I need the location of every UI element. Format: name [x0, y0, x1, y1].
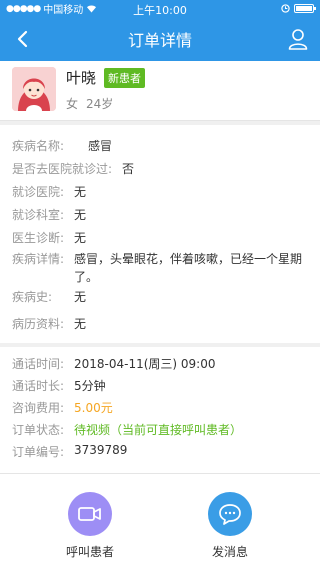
order-label: 咨询费用:: [12, 401, 65, 415]
info-value: 否: [122, 162, 135, 176]
order-label: 订单状态:: [12, 423, 65, 437]
order-row-call-time: 通话时间: 2018-04-11(周三) 09:00: [12, 355, 216, 372]
info-label: 就诊科室:: [12, 208, 65, 222]
order-row-fee: 咨询费用: 5.00元: [12, 399, 113, 416]
order-label: 订单编号:: [12, 445, 65, 459]
order-label: 通话时长:: [12, 379, 65, 393]
send-message-button[interactable]: 发消息: [190, 492, 270, 560]
back-arrow-icon: [17, 30, 28, 48]
info-label: 疾病名称:: [12, 139, 65, 153]
order-value: 3739789: [74, 443, 128, 457]
disease-info-card: 疾病名称: 感冒 是否去医院就诊过: 否 就诊医院: 无 就诊科室: 无 医生诊…: [0, 125, 320, 343]
order-value: 待视频（当前可直接呼叫患者）: [74, 423, 243, 437]
avatar: [12, 67, 56, 111]
info-label: 疾病详情:: [12, 252, 65, 266]
chat-bubble-icon: [219, 504, 241, 525]
order-row-duration: 通话时长: 5分钟: [12, 377, 106, 394]
info-value: 无: [74, 231, 87, 245]
new-patient-badge: 新患者: [104, 68, 145, 88]
call-patient-circle[interactable]: [68, 492, 112, 536]
status-time: 上午10:00: [133, 4, 187, 17]
info-row-hospital: 就诊医院: 无: [12, 183, 86, 200]
patient-gender: 女: [66, 97, 79, 111]
info-label: 是否去医院就诊过:: [12, 162, 113, 176]
info-label: 就诊医院:: [12, 185, 65, 199]
order-row-number: 订单编号: 3739789: [12, 443, 127, 460]
info-value: 无: [74, 317, 87, 331]
info-label: 医生诊断:: [12, 231, 65, 245]
bottom-action-bar: 呼叫患者 发消息: [0, 473, 320, 567]
send-message-label[interactable]: 发消息: [212, 543, 248, 560]
order-value: 2018-04-11(周三) 09:00: [74, 357, 216, 371]
battery-icon: [294, 4, 316, 13]
avatar-girl-icon: [12, 67, 56, 111]
info-value: 感冒: [88, 139, 113, 153]
info-row-diagnosis: 医生诊断: 无: [12, 229, 86, 246]
info-value: 感冒，头晕眼花，伴着咳嗽，已经一个星期了。: [74, 252, 303, 284]
back-button[interactable]: [10, 27, 34, 51]
video-camera-icon: [78, 507, 101, 521]
patient-name: 叶晓: [66, 69, 97, 87]
info-label: 疾病史:: [12, 290, 53, 304]
page-title: 订单详情: [127, 31, 192, 50]
info-row-records: 病历资料: 无: [12, 315, 86, 332]
order-value: 5.00元: [74, 401, 113, 415]
send-message-circle[interactable]: [208, 492, 252, 536]
info-row-history: 疾病史: 无: [12, 288, 86, 305]
info-row-visited: 是否去医院就诊过: 否: [12, 160, 134, 177]
profile-button[interactable]: [286, 26, 310, 52]
nav-bar: 订单详情: [0, 17, 320, 61]
info-row-detail: 疾病详情: 感冒，头晕眼花，伴着咳嗽，已经一个星期了。: [12, 250, 304, 286]
call-patient-label[interactable]: 呼叫患者: [66, 543, 114, 560]
status-bar: ●●●●● 中国移动 上午10:00: [0, 0, 320, 17]
patient-meta: 女 24岁: [66, 95, 113, 112]
call-patient-button[interactable]: 呼叫患者: [50, 492, 130, 560]
order-label: 通话时间:: [12, 357, 65, 371]
patient-age: 24岁: [86, 97, 114, 111]
info-row-department: 就诊科室: 无: [12, 206, 86, 223]
patient-card: 叶晓 新患者 女 24岁: [0, 61, 320, 121]
order-row-status: 订单状态: 待视频（当前可直接呼叫患者）: [12, 421, 242, 438]
info-row-disease: 疾病名称: 感冒: [12, 137, 112, 154]
order-info-card: 通话时间: 2018-04-11(周三) 09:00 通话时长: 5分钟 咨询费…: [0, 347, 320, 473]
info-value: 无: [74, 185, 87, 199]
info-value: 无: [74, 208, 87, 222]
info-label: 病历资料:: [12, 317, 65, 331]
user-icon: [288, 29, 308, 50]
info-value: 无: [74, 290, 87, 304]
order-value: 5分钟: [74, 379, 106, 393]
